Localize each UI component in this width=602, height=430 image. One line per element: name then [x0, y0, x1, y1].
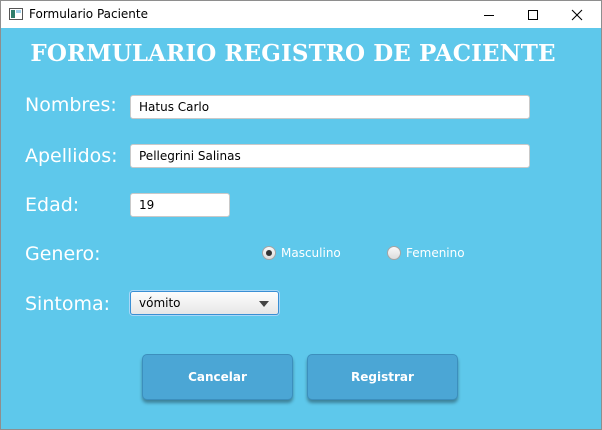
- edad-label: Edad:: [25, 194, 80, 216]
- app-window: Formulario Paciente FORMULARIO REGISTRO …: [0, 0, 602, 430]
- sintoma-selected-value: vómito: [139, 296, 181, 310]
- radio-femenino[interactable]: Femenino: [387, 246, 465, 260]
- radio-selected-indicator: [262, 246, 276, 260]
- title-bar[interactable]: Formulario Paciente: [1, 1, 601, 28]
- radio-masculino-label: Masculino: [281, 246, 341, 260]
- minimize-button[interactable]: [466, 1, 512, 28]
- apellidos-input[interactable]: Pellegrini Salinas: [130, 144, 530, 168]
- chevron-down-icon: [259, 301, 269, 307]
- maximize-icon: [528, 9, 538, 20]
- radio-masculino[interactable]: Masculino: [262, 246, 341, 260]
- radio-femenino-label: Femenino: [406, 246, 465, 260]
- radio-unselected-indicator: [387, 246, 401, 260]
- close-button[interactable]: [554, 1, 600, 28]
- edad-input[interactable]: 19: [130, 193, 230, 217]
- app-icon: [9, 7, 23, 21]
- sintoma-select[interactable]: vómito: [130, 291, 279, 315]
- apellidos-label: Apellidos:: [25, 145, 118, 167]
- minimize-icon: [484, 14, 494, 16]
- window-title: Formulario Paciente: [29, 7, 149, 21]
- form-panel: FORMULARIO REGISTRO DE PACIENTE Nombres:…: [1, 28, 601, 429]
- sintoma-label: Sintoma:: [25, 293, 111, 315]
- cancel-button[interactable]: Cancelar: [142, 354, 293, 400]
- maximize-button[interactable]: [510, 1, 556, 28]
- nombres-input[interactable]: Hatus Carlo: [130, 95, 530, 119]
- genero-label: Genero:: [25, 243, 101, 265]
- nombres-label: Nombres:: [25, 94, 117, 116]
- register-button[interactable]: Registrar: [307, 354, 458, 400]
- form-heading: FORMULARIO REGISTRO DE PACIENTE: [30, 40, 556, 67]
- close-icon: [571, 9, 583, 20]
